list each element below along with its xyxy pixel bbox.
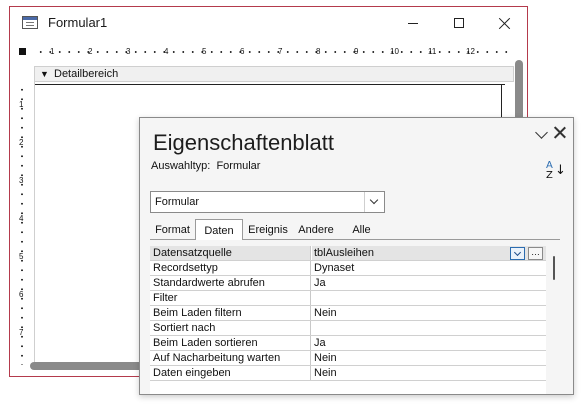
selection-type: Auswahltyp: Formular xyxy=(151,160,260,172)
tab-alle[interactable]: Alle xyxy=(339,221,384,240)
dropdown-arrow-icon[interactable] xyxy=(364,192,384,212)
ruler-number: 7 xyxy=(278,47,283,56)
minimize-button[interactable] xyxy=(390,7,436,39)
ruler-number: 5 xyxy=(202,47,207,56)
builder-ellipsis-icon[interactable]: … xyxy=(528,247,543,260)
ruler-number: 10 xyxy=(390,47,399,56)
ruler-ticks xyxy=(21,85,23,365)
property-value[interactable]: Ja xyxy=(312,336,546,350)
ruler-number: 6 xyxy=(240,47,245,56)
property-value[interactable] xyxy=(312,291,546,305)
minimize-icon xyxy=(408,22,418,24)
property-row-recordsettyp[interactable]: Recordsettyp Dynaset xyxy=(150,261,546,276)
form-icon xyxy=(22,16,38,29)
ruler-number: 8 xyxy=(316,47,321,56)
tab-andere[interactable]: Andere xyxy=(293,221,339,240)
property-name[interactable]: Datensatzquelle xyxy=(150,246,311,260)
selection-type-label: Auswahltyp: xyxy=(151,160,211,172)
property-row-beim-laden-filtern[interactable]: Beim Laden filtern Nein xyxy=(150,306,546,321)
property-sheet: Eigenschaftenblatt Auswahltyp: Formular … xyxy=(139,117,574,395)
vertical-ruler[interactable]: 1 2 3 4 5 6 7 xyxy=(16,63,28,365)
selection-type-value: Formular xyxy=(216,160,261,172)
ruler-number: 2 xyxy=(88,47,93,56)
property-name[interactable]: Beim Laden sortieren xyxy=(150,336,311,350)
property-name[interactable]: Standardwerte abrufen xyxy=(150,276,311,290)
tab-format[interactable]: Format xyxy=(150,221,195,240)
chevron-down-icon[interactable] xyxy=(533,126,551,144)
ruler-number: 12 xyxy=(466,47,475,56)
property-row-sortiert-nach[interactable]: Sortiert nach xyxy=(150,321,546,336)
horizontal-ruler[interactable]: 1 2 3 4 5 6 7 8 9 10 11 12 xyxy=(16,45,514,59)
ruler-number: 4 xyxy=(19,214,24,223)
ruler-number: 7 xyxy=(19,328,24,337)
scrollbar-thumb[interactable] xyxy=(553,256,555,280)
property-name[interactable]: Filter xyxy=(150,291,311,305)
property-value[interactable] xyxy=(312,321,546,335)
property-row-datensatzquelle[interactable]: Datensatzquelle tblAusleihen … xyxy=(150,246,546,261)
close-icon xyxy=(499,17,511,29)
property-row-filter[interactable]: Filter xyxy=(150,291,546,306)
ruler-number: 9 xyxy=(354,47,359,56)
form-selector[interactable] xyxy=(19,48,26,55)
property-value[interactable]: Ja xyxy=(312,276,546,290)
chevron-down-icon: ▼ xyxy=(40,69,49,79)
tab-daten[interactable]: Daten xyxy=(195,219,243,240)
detail-section-header[interactable]: ▼ Detailbereich xyxy=(34,66,514,82)
property-row-nacharbeitung[interactable]: Auf Nacharbeitung warten Nein xyxy=(150,351,546,366)
maximize-icon xyxy=(454,18,464,28)
property-value[interactable]: Nein xyxy=(312,366,546,380)
property-grid-scrollbar[interactable] xyxy=(550,248,558,394)
property-row-standardwerte[interactable]: Standardwerte abrufen Ja xyxy=(150,276,546,291)
property-row-beim-laden-sortieren[interactable]: Beim Laden sortieren Ja xyxy=(150,336,546,351)
property-name[interactable]: Auf Nacharbeitung warten xyxy=(150,351,311,365)
ruler-number: 5 xyxy=(19,252,24,261)
property-name[interactable]: Recordsettyp xyxy=(150,261,311,275)
window-title: Formular1 xyxy=(48,15,108,30)
property-value[interactable]: Dynaset xyxy=(312,261,546,275)
arrow-down-icon: ↓ xyxy=(555,163,566,178)
ruler-number: 4 xyxy=(164,47,169,56)
object-selector-dropdown[interactable]: Formular xyxy=(150,191,385,213)
close-icon[interactable] xyxy=(552,125,568,141)
section-label: Detailbereich xyxy=(54,68,119,80)
object-selector-value: Formular xyxy=(155,196,200,208)
tab-ereignis[interactable]: Ereignis xyxy=(243,221,293,240)
property-grid: Datensatzquelle tblAusleihen … Recordset… xyxy=(150,246,546,394)
sort-letter-z: Z xyxy=(546,170,553,181)
property-sheet-title: Eigenschaftenblatt xyxy=(153,130,335,155)
property-name[interactable]: Sortiert nach xyxy=(150,321,311,335)
ruler-number: 2 xyxy=(19,138,24,147)
sort-az-icon[interactable]: A Z ↓ xyxy=(544,160,566,182)
close-button[interactable] xyxy=(482,7,528,39)
property-name[interactable]: Beim Laden filtern xyxy=(150,306,311,320)
ruler-number: 11 xyxy=(428,47,437,56)
property-name[interactable]: Daten eingeben xyxy=(150,366,311,380)
dropdown-arrow-icon[interactable] xyxy=(510,247,525,260)
ruler-number: 3 xyxy=(19,176,24,185)
ruler-number: 3 xyxy=(126,47,131,56)
ruler-number: 6 xyxy=(19,290,24,299)
maximize-button[interactable] xyxy=(436,7,482,39)
property-row-daten-eingeben[interactable]: Daten eingeben Nein xyxy=(150,366,546,381)
ruler-number: 1 xyxy=(50,47,55,56)
property-value[interactable]: Nein xyxy=(312,351,546,365)
ruler-ticks xyxy=(36,51,512,53)
property-value[interactable]: Nein xyxy=(312,306,546,320)
section-grid-line xyxy=(35,84,505,85)
form-title-bar[interactable]: Formular1 xyxy=(10,7,527,39)
ruler-number: 1 xyxy=(19,100,24,109)
